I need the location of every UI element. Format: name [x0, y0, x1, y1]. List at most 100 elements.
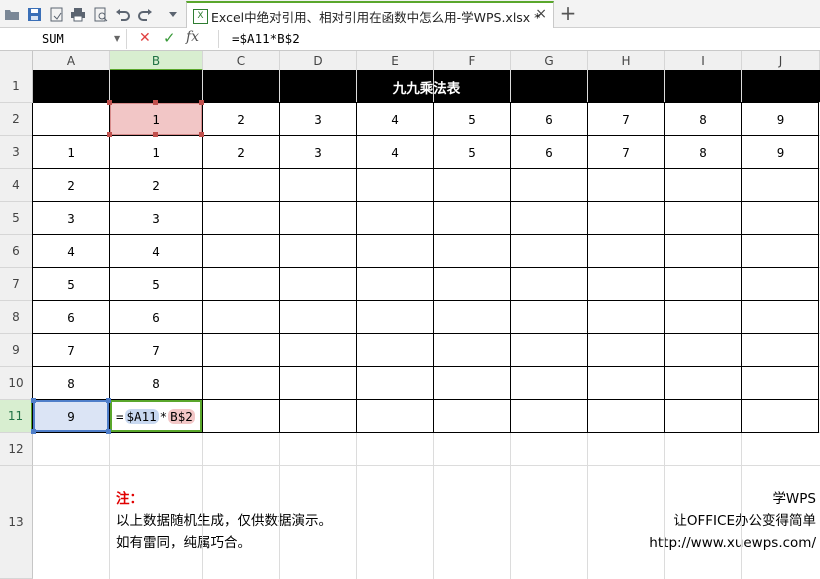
- column-header-j[interactable]: J: [742, 51, 820, 71]
- table-border-h: [33, 432, 819, 433]
- formula-bar: SUM ▼ ✕ ✓ fx =$A11*B$2: [0, 28, 820, 51]
- cell-b10[interactable]: 8: [110, 367, 202, 399]
- column-header-d[interactable]: D: [280, 51, 357, 71]
- save-as-icon[interactable]: [47, 5, 65, 23]
- select-all-corner[interactable]: [0, 51, 33, 71]
- row-header-1[interactable]: 1: [0, 70, 33, 103]
- cell-b9[interactable]: 7: [110, 334, 202, 366]
- cell-d3[interactable]: 3: [280, 136, 356, 168]
- cell-a11[interactable]: 9: [33, 400, 109, 432]
- cell-i3[interactable]: 8: [665, 136, 741, 168]
- selection-handle[interactable]: [106, 398, 111, 403]
- print-preview-icon[interactable]: [91, 5, 109, 23]
- cell-b8[interactable]: 6: [110, 301, 202, 333]
- column-header-g[interactable]: G: [511, 51, 588, 71]
- cell-a4[interactable]: 2: [33, 169, 109, 201]
- row-header-8[interactable]: 8: [0, 301, 33, 334]
- row-header-5[interactable]: 5: [0, 202, 33, 235]
- cell-e2[interactable]: 4: [357, 103, 433, 135]
- active-cell-b11[interactable]: = $A11 * B$2: [110, 400, 202, 432]
- column-header-b[interactable]: B: [110, 51, 203, 71]
- more-dropdown-icon[interactable]: [164, 5, 182, 23]
- row-header-2[interactable]: 2: [0, 103, 33, 136]
- row-header-4[interactable]: 4: [0, 169, 33, 202]
- cell-a5[interactable]: 3: [33, 202, 109, 234]
- formula-operator: *: [159, 408, 168, 424]
- cell-g2[interactable]: 6: [511, 103, 587, 135]
- selection-handle[interactable]: [107, 100, 112, 105]
- cell-b4[interactable]: 2: [110, 169, 202, 201]
- selection-handle[interactable]: [106, 429, 111, 434]
- cell-c2[interactable]: 2: [203, 103, 279, 135]
- cell-a7[interactable]: 5: [33, 268, 109, 300]
- undo-icon[interactable]: [113, 5, 131, 23]
- cell-b2[interactable]: 1: [110, 103, 202, 135]
- selection-handle[interactable]: [153, 132, 158, 137]
- cell-f3[interactable]: 5: [434, 136, 510, 168]
- enter-formula-button[interactable]: ✓: [163, 29, 176, 47]
- column-header-f[interactable]: F: [434, 51, 511, 71]
- name-box[interactable]: SUM ▼: [0, 29, 127, 49]
- redo-icon[interactable]: [136, 5, 154, 23]
- selection-handle[interactable]: [31, 429, 36, 434]
- selection-handle[interactable]: [199, 132, 204, 137]
- name-box-dropdown-icon[interactable]: ▼: [114, 34, 120, 43]
- row-header-3[interactable]: 3: [0, 136, 33, 169]
- selection-handle[interactable]: [31, 398, 36, 403]
- cancel-formula-button[interactable]: ✕: [139, 30, 151, 46]
- new-tab-button[interactable]: +: [558, 2, 578, 24]
- cell-e3[interactable]: 4: [357, 136, 433, 168]
- document-tab[interactable]: X Excel中绝对引用、相对引用在函数中怎么用-学WPS.xlsx * ×: [186, 1, 554, 28]
- cell-a10[interactable]: 8: [33, 367, 109, 399]
- quick-access-toolbar: X Excel中绝对引用、相对引用在函数中怎么用-学WPS.xlsx * × +: [0, 0, 820, 28]
- cell-a9[interactable]: 7: [33, 334, 109, 366]
- sheet-title[interactable]: 九九乘法表: [33, 70, 820, 103]
- column-header-a[interactable]: A: [33, 51, 110, 71]
- cell-c3[interactable]: 2: [203, 136, 279, 168]
- cell-b6[interactable]: 4: [110, 235, 202, 267]
- brand-name: 学WPS: [772, 491, 816, 507]
- column-header-c[interactable]: C: [203, 51, 280, 71]
- row-header-13[interactable]: 13: [0, 466, 33, 579]
- row-header-9[interactable]: 9: [0, 334, 33, 367]
- open-icon[interactable]: [3, 5, 21, 23]
- cell-b7[interactable]: 5: [110, 268, 202, 300]
- selection-handle[interactable]: [153, 100, 158, 105]
- cell-a3[interactable]: 1: [33, 136, 109, 168]
- cell-i2[interactable]: 8: [665, 103, 741, 135]
- note-label: 注：: [116, 491, 143, 507]
- close-tab-icon[interactable]: ×: [535, 6, 547, 22]
- save-icon[interactable]: [25, 5, 43, 23]
- row-header-11[interactable]: 11: [0, 400, 33, 433]
- excel-file-icon: X: [193, 9, 208, 24]
- row-header-7[interactable]: 7: [0, 268, 33, 301]
- brand-url[interactable]: http://www.xuewps.com/: [649, 532, 816, 554]
- cell-f2[interactable]: 5: [434, 103, 510, 135]
- row-header-12[interactable]: 12: [0, 433, 33, 466]
- cell-g3[interactable]: 6: [511, 136, 587, 168]
- print-icon[interactable]: [69, 5, 87, 23]
- cell-b3[interactable]: 1: [110, 136, 202, 168]
- row-header-10[interactable]: 10: [0, 367, 33, 400]
- cell-d2[interactable]: 3: [280, 103, 356, 135]
- cell-j2[interactable]: 9: [742, 103, 819, 135]
- cell-h3[interactable]: 7: [588, 136, 664, 168]
- column-header-e[interactable]: E: [357, 51, 434, 71]
- cell-a8[interactable]: 6: [33, 301, 109, 333]
- selection-handle[interactable]: [199, 100, 204, 105]
- note-line-2: 如有雷同，纯属巧合。: [116, 535, 251, 551]
- column-header-h[interactable]: H: [588, 51, 665, 71]
- formula-ref-a11: $A11: [124, 408, 159, 424]
- cell-a6[interactable]: 4: [33, 235, 109, 267]
- cell-b5[interactable]: 3: [110, 202, 202, 234]
- document-tab-title: Excel中绝对引用、相对引用在函数中怎么用-学WPS.xlsx *: [211, 10, 541, 25]
- formula-input[interactable]: =$A11*B$2: [232, 31, 300, 46]
- formula-bar-divider: [218, 30, 219, 48]
- column-headers: ABCDEFGHIJ: [0, 51, 820, 71]
- column-header-i[interactable]: I: [665, 51, 742, 71]
- insert-function-button[interactable]: fx: [186, 29, 199, 45]
- cell-h2[interactable]: 7: [588, 103, 664, 135]
- cell-j3[interactable]: 9: [742, 136, 819, 168]
- selection-handle[interactable]: [107, 132, 112, 137]
- row-header-6[interactable]: 6: [0, 235, 33, 268]
